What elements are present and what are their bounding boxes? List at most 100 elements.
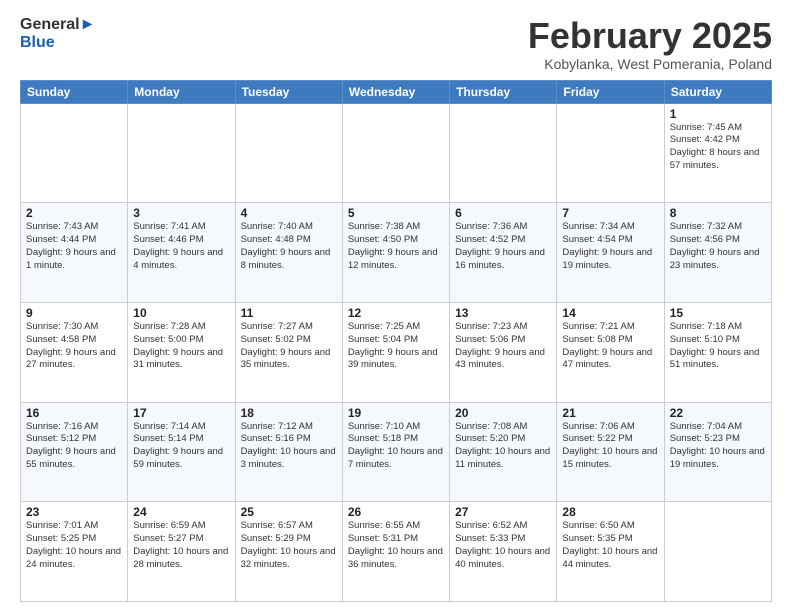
- calendar-subtitle: Kobylanka, West Pomerania, Poland: [528, 56, 772, 72]
- day-number: 23: [26, 505, 122, 519]
- week-row-2: 9Sunrise: 7:30 AM Sunset: 4:58 PM Daylig…: [21, 302, 772, 402]
- day-cell-3-2: 18Sunrise: 7:12 AM Sunset: 5:16 PM Dayli…: [235, 402, 342, 502]
- day-number: 12: [348, 306, 444, 320]
- day-number: 17: [133, 406, 229, 420]
- day-cell-0-5: [557, 103, 664, 203]
- day-number: 20: [455, 406, 551, 420]
- day-cell-2-1: 10Sunrise: 7:28 AM Sunset: 5:00 PM Dayli…: [128, 302, 235, 402]
- day-cell-4-4: 27Sunrise: 6:52 AM Sunset: 5:33 PM Dayli…: [450, 502, 557, 602]
- day-cell-4-1: 24Sunrise: 6:59 AM Sunset: 5:27 PM Dayli…: [128, 502, 235, 602]
- logo: General► Blue: [20, 16, 95, 51]
- day-info: Sunrise: 6:50 AM Sunset: 5:35 PM Dayligh…: [562, 520, 658, 571]
- day-info: Sunrise: 7:08 AM Sunset: 5:20 PM Dayligh…: [455, 421, 551, 472]
- day-info: Sunrise: 7:06 AM Sunset: 5:22 PM Dayligh…: [562, 421, 658, 472]
- day-info: Sunrise: 7:16 AM Sunset: 5:12 PM Dayligh…: [26, 421, 122, 472]
- day-cell-4-6: [664, 502, 771, 602]
- day-info: Sunrise: 7:01 AM Sunset: 5:25 PM Dayligh…: [26, 520, 122, 571]
- day-info: Sunrise: 7:30 AM Sunset: 4:58 PM Dayligh…: [26, 321, 122, 372]
- day-cell-2-5: 14Sunrise: 7:21 AM Sunset: 5:08 PM Dayli…: [557, 302, 664, 402]
- header-sunday: Sunday: [21, 80, 128, 103]
- day-number: 26: [348, 505, 444, 519]
- day-cell-3-3: 19Sunrise: 7:10 AM Sunset: 5:18 PM Dayli…: [342, 402, 449, 502]
- day-cell-0-6: 1Sunrise: 7:45 AM Sunset: 4:42 PM Daylig…: [664, 103, 771, 203]
- day-number: 13: [455, 306, 551, 320]
- day-number: 25: [241, 505, 337, 519]
- day-info: Sunrise: 7:14 AM Sunset: 5:14 PM Dayligh…: [133, 421, 229, 472]
- day-info: Sunrise: 7:43 AM Sunset: 4:44 PM Dayligh…: [26, 221, 122, 272]
- day-number: 9: [26, 306, 122, 320]
- day-info: Sunrise: 7:28 AM Sunset: 5:00 PM Dayligh…: [133, 321, 229, 372]
- day-number: 27: [455, 505, 551, 519]
- day-cell-2-6: 15Sunrise: 7:18 AM Sunset: 5:10 PM Dayli…: [664, 302, 771, 402]
- calendar-page: General► Blue February 2025 Kobylanka, W…: [0, 0, 792, 612]
- day-number: 3: [133, 206, 229, 220]
- day-cell-1-3: 5Sunrise: 7:38 AM Sunset: 4:50 PM Daylig…: [342, 203, 449, 303]
- day-cell-2-0: 9Sunrise: 7:30 AM Sunset: 4:58 PM Daylig…: [21, 302, 128, 402]
- header-tuesday: Tuesday: [235, 80, 342, 103]
- week-row-3: 16Sunrise: 7:16 AM Sunset: 5:12 PM Dayli…: [21, 402, 772, 502]
- day-number: 2: [26, 206, 122, 220]
- title-block: February 2025 Kobylanka, West Pomerania,…: [528, 16, 772, 72]
- day-number: 10: [133, 306, 229, 320]
- day-info: Sunrise: 6:59 AM Sunset: 5:27 PM Dayligh…: [133, 520, 229, 571]
- header-thursday: Thursday: [450, 80, 557, 103]
- day-cell-0-1: [128, 103, 235, 203]
- day-cell-3-1: 17Sunrise: 7:14 AM Sunset: 5:14 PM Dayli…: [128, 402, 235, 502]
- day-number: 19: [348, 406, 444, 420]
- day-cell-0-2: [235, 103, 342, 203]
- day-info: Sunrise: 7:25 AM Sunset: 5:04 PM Dayligh…: [348, 321, 444, 372]
- day-cell-0-4: [450, 103, 557, 203]
- day-cell-1-5: 7Sunrise: 7:34 AM Sunset: 4:54 PM Daylig…: [557, 203, 664, 303]
- day-cell-2-3: 12Sunrise: 7:25 AM Sunset: 5:04 PM Dayli…: [342, 302, 449, 402]
- day-number: 21: [562, 406, 658, 420]
- day-cell-1-2: 4Sunrise: 7:40 AM Sunset: 4:48 PM Daylig…: [235, 203, 342, 303]
- day-info: Sunrise: 7:32 AM Sunset: 4:56 PM Dayligh…: [670, 221, 766, 272]
- day-info: Sunrise: 7:12 AM Sunset: 5:16 PM Dayligh…: [241, 421, 337, 472]
- day-cell-1-4: 6Sunrise: 7:36 AM Sunset: 4:52 PM Daylig…: [450, 203, 557, 303]
- day-info: Sunrise: 6:57 AM Sunset: 5:29 PM Dayligh…: [241, 520, 337, 571]
- header-saturday: Saturday: [664, 80, 771, 103]
- day-info: Sunrise: 7:21 AM Sunset: 5:08 PM Dayligh…: [562, 321, 658, 372]
- day-cell-2-2: 11Sunrise: 7:27 AM Sunset: 5:02 PM Dayli…: [235, 302, 342, 402]
- calendar-title: February 2025: [528, 16, 772, 56]
- day-cell-3-0: 16Sunrise: 7:16 AM Sunset: 5:12 PM Dayli…: [21, 402, 128, 502]
- week-row-4: 23Sunrise: 7:01 AM Sunset: 5:25 PM Dayli…: [21, 502, 772, 602]
- week-row-0: 1Sunrise: 7:45 AM Sunset: 4:42 PM Daylig…: [21, 103, 772, 203]
- header-monday: Monday: [128, 80, 235, 103]
- day-cell-1-6: 8Sunrise: 7:32 AM Sunset: 4:56 PM Daylig…: [664, 203, 771, 303]
- day-number: 1: [670, 107, 766, 121]
- day-cell-4-3: 26Sunrise: 6:55 AM Sunset: 5:31 PM Dayli…: [342, 502, 449, 602]
- calendar-table: Sunday Monday Tuesday Wednesday Thursday…: [20, 80, 772, 602]
- day-number: 28: [562, 505, 658, 519]
- day-info: Sunrise: 7:41 AM Sunset: 4:46 PM Dayligh…: [133, 221, 229, 272]
- day-info: Sunrise: 7:45 AM Sunset: 4:42 PM Dayligh…: [670, 122, 766, 173]
- header-friday: Friday: [557, 80, 664, 103]
- day-info: Sunrise: 7:40 AM Sunset: 4:48 PM Dayligh…: [241, 221, 337, 272]
- day-number: 4: [241, 206, 337, 220]
- day-number: 7: [562, 206, 658, 220]
- day-info: Sunrise: 7:04 AM Sunset: 5:23 PM Dayligh…: [670, 421, 766, 472]
- day-info: Sunrise: 7:38 AM Sunset: 4:50 PM Dayligh…: [348, 221, 444, 272]
- day-cell-0-0: [21, 103, 128, 203]
- day-info: Sunrise: 7:18 AM Sunset: 5:10 PM Dayligh…: [670, 321, 766, 372]
- day-number: 6: [455, 206, 551, 220]
- day-cell-1-0: 2Sunrise: 7:43 AM Sunset: 4:44 PM Daylig…: [21, 203, 128, 303]
- day-number: 18: [241, 406, 337, 420]
- day-number: 24: [133, 505, 229, 519]
- day-info: Sunrise: 7:34 AM Sunset: 4:54 PM Dayligh…: [562, 221, 658, 272]
- day-number: 14: [562, 306, 658, 320]
- calendar-body: 1Sunrise: 7:45 AM Sunset: 4:42 PM Daylig…: [21, 103, 772, 601]
- day-info: Sunrise: 7:10 AM Sunset: 5:18 PM Dayligh…: [348, 421, 444, 472]
- day-number: 15: [670, 306, 766, 320]
- day-cell-4-5: 28Sunrise: 6:50 AM Sunset: 5:35 PM Dayli…: [557, 502, 664, 602]
- day-cell-2-4: 13Sunrise: 7:23 AM Sunset: 5:06 PM Dayli…: [450, 302, 557, 402]
- day-info: Sunrise: 6:55 AM Sunset: 5:31 PM Dayligh…: [348, 520, 444, 571]
- day-number: 11: [241, 306, 337, 320]
- day-cell-3-5: 21Sunrise: 7:06 AM Sunset: 5:22 PM Dayli…: [557, 402, 664, 502]
- day-number: 22: [670, 406, 766, 420]
- logo-text: General► Blue: [20, 16, 95, 51]
- header: General► Blue February 2025 Kobylanka, W…: [20, 16, 772, 72]
- week-row-1: 2Sunrise: 7:43 AM Sunset: 4:44 PM Daylig…: [21, 203, 772, 303]
- day-cell-1-1: 3Sunrise: 7:41 AM Sunset: 4:46 PM Daylig…: [128, 203, 235, 303]
- day-cell-3-4: 20Sunrise: 7:08 AM Sunset: 5:20 PM Dayli…: [450, 402, 557, 502]
